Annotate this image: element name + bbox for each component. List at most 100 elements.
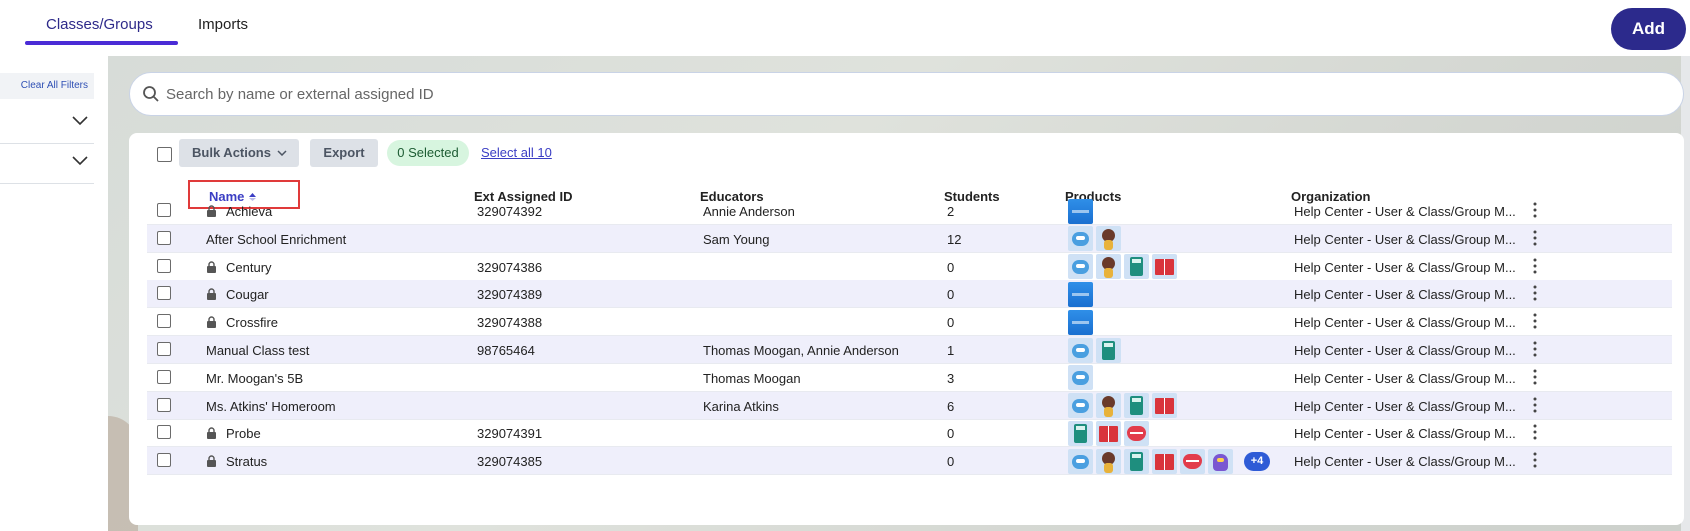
- more-options-icon[interactable]: [1533, 313, 1537, 329]
- class-name[interactable]: Mr. Moogan's 5B: [206, 371, 303, 386]
- add-button[interactable]: Add: [1611, 8, 1686, 50]
- more-products-badge[interactable]: +4: [1244, 451, 1270, 471]
- educators: Thomas Moogan: [703, 370, 801, 386]
- export-button[interactable]: Export: [310, 139, 378, 167]
- row-checkbox[interactable]: [157, 342, 171, 356]
- students-count: 3: [947, 370, 955, 386]
- star-product-icon: [1068, 281, 1093, 307]
- class-name[interactable]: Cougar: [226, 287, 269, 302]
- products-list: [1068, 254, 1177, 280]
- ext-assigned-id: 98765464: [477, 343, 535, 358]
- search-icon: [143, 86, 159, 102]
- row-checkbox[interactable]: [157, 286, 171, 301]
- robot-product-icon: [1068, 448, 1093, 474]
- row-checkbox[interactable]: [157, 314, 171, 329]
- class-name[interactable]: Ms. Atkins' Homeroom: [206, 399, 336, 414]
- row-checkbox[interactable]: [157, 230, 171, 245]
- table-row[interactable]: Cougar 329074389 0 Help Center - User & Cla…: [147, 280, 1672, 309]
- students-count: 0: [947, 454, 955, 470]
- more-options-icon[interactable]: [1533, 369, 1537, 385]
- class-name[interactable]: Achieva: [226, 204, 272, 219]
- educators: Annie Anderson: [703, 204, 795, 219]
- calc-product-icon: [1124, 393, 1149, 419]
- more-options-icon[interactable]: [1533, 397, 1537, 413]
- girl-product-icon: [1096, 226, 1121, 252]
- organization: Help Center - User & Class/Group M...: [1294, 259, 1516, 275]
- class-name[interactable]: Crossfire: [226, 315, 278, 330]
- ext-assigned-id: 329074386: [477, 259, 543, 275]
- more-options-icon[interactable]: [1533, 452, 1537, 468]
- class-name[interactable]: Century: [226, 260, 272, 275]
- organization: Help Center - User & Class/Group M...: [1294, 231, 1516, 247]
- calc-product-icon: [1124, 448, 1149, 474]
- select-all-checkbox[interactable]: [157, 147, 172, 162]
- classes-table-card: Bulk Actions Export 0 Selected Select al…: [129, 133, 1684, 525]
- bulk-actions-button[interactable]: Bulk Actions: [179, 139, 299, 167]
- row-checkbox[interactable]: [157, 453, 171, 468]
- organization: Help Center - User & Class/Group M...: [1294, 315, 1516, 331]
- robot-product-icon: [1068, 254, 1093, 280]
- search-input[interactable]: [166, 79, 1646, 109]
- more-options-icon[interactable]: [1533, 285, 1537, 301]
- book-product-icon: [1096, 420, 1121, 446]
- table-row[interactable]: Ms. Atkins' Homeroom Karina Atkins 6 Help C…: [147, 391, 1672, 420]
- chevron-down-icon: [72, 116, 88, 126]
- row-checkbox[interactable]: [157, 425, 171, 440]
- top-tab-bar: s Classes/Groups Imports Add: [0, 0, 1690, 56]
- lock-icon: [206, 204, 217, 217]
- table-row[interactable]: Achieva 329074392 Annie Anderson 2 Help Cent…: [147, 197, 1672, 225]
- bulk-actions-label: Bulk Actions: [192, 145, 271, 160]
- girl-product-icon: [1096, 448, 1121, 474]
- lock-icon: [206, 426, 217, 440]
- ext-assigned-id: 329074388: [477, 315, 543, 331]
- lock-icon: [206, 315, 217, 329]
- chevron-down-icon: [72, 156, 88, 166]
- more-options-icon[interactable]: [1533, 202, 1537, 218]
- class-name[interactable]: Probe: [226, 426, 261, 441]
- tab-classes-groups[interactable]: Classes/Groups: [46, 16, 153, 33]
- girl-product-icon: [1096, 254, 1121, 280]
- row-checkbox[interactable]: [157, 397, 171, 412]
- robot-product-icon: [1068, 365, 1093, 391]
- select-all-link[interactable]: Select all 10: [481, 145, 552, 160]
- book-product-icon: [1152, 448, 1177, 474]
- more-options-icon[interactable]: [1533, 258, 1537, 274]
- lock-icon: [206, 287, 217, 301]
- row-checkbox[interactable]: [157, 203, 171, 217]
- lock-icon: [206, 454, 217, 468]
- more-options-icon[interactable]: [1533, 230, 1537, 246]
- table-row[interactable]: Manual Class test 98765464 Thomas Moogan, …: [147, 336, 1672, 364]
- filter-section-1[interactable]: [0, 104, 94, 144]
- students-count: 0: [947, 315, 955, 331]
- class-name[interactable]: Stratus: [226, 454, 267, 469]
- organization: Help Center - User & Class/Group M...: [1294, 370, 1516, 386]
- star-product-icon: [1068, 198, 1093, 224]
- table-row[interactable]: Crossfire 329074388 0 Help Center - User & …: [147, 308, 1672, 337]
- row-checkbox[interactable]: [157, 258, 171, 273]
- organization: Help Center - User & Class/Group M...: [1294, 343, 1516, 358]
- products-list: +4: [1068, 448, 1270, 474]
- more-options-icon[interactable]: [1533, 341, 1537, 357]
- table-row[interactable]: Mr. Moogan's 5B Thomas Moogan 3 Help Center…: [147, 364, 1672, 392]
- table-row[interactable]: Stratus 329074385 0 +4 Help Center - User & …: [147, 447, 1672, 476]
- table-row[interactable]: Century 329074386 0 Help Center - User & Cl…: [147, 253, 1672, 281]
- row-checkbox[interactable]: [157, 369, 171, 384]
- educators: Karina Atkins: [703, 398, 779, 414]
- products-list: [1068, 281, 1093, 307]
- heart-product-icon: [1124, 420, 1149, 446]
- ext-assigned-id: 329074391: [477, 426, 543, 442]
- table-row[interactable]: Probe 329074391 0 Help Center - User & Clas…: [147, 419, 1672, 448]
- lock-icon: [206, 260, 217, 273]
- table-row[interactable]: After School Enrichment Sam Young 12 Help C…: [147, 224, 1672, 253]
- tab-imports[interactable]: Imports: [198, 16, 248, 33]
- filter-section-2[interactable]: [0, 144, 94, 184]
- products-list: [1068, 365, 1093, 391]
- class-name[interactable]: Manual Class test: [206, 343, 309, 358]
- selected-count-badge: 0 Selected: [387, 140, 469, 166]
- clear-all-filters-button[interactable]: Clear All Filters: [0, 73, 94, 99]
- more-options-icon[interactable]: [1533, 424, 1537, 440]
- girl-product-icon: [1096, 393, 1121, 419]
- monster-product-icon: [1208, 448, 1233, 474]
- star-product-icon: [1068, 309, 1093, 335]
- class-name[interactable]: After School Enrichment: [206, 232, 346, 247]
